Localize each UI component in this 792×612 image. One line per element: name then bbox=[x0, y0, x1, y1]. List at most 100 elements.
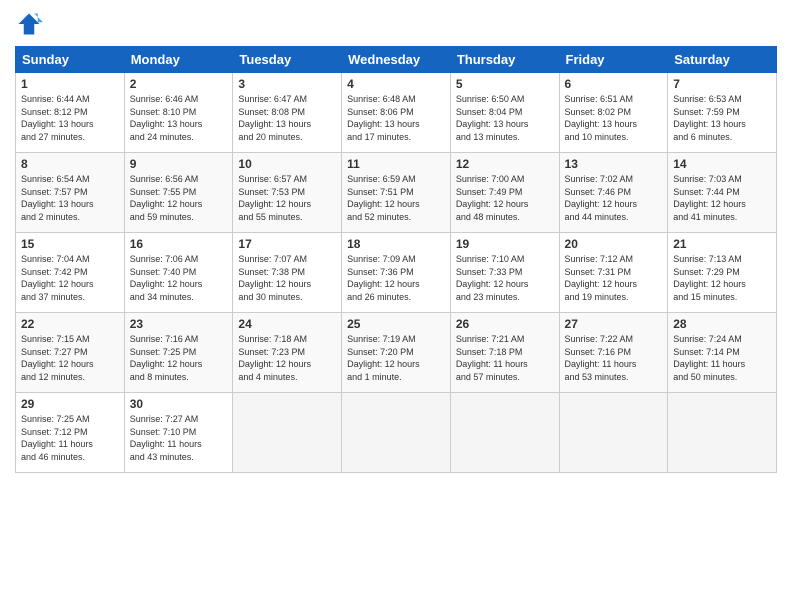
logo bbox=[15, 10, 45, 38]
header-friday: Friday bbox=[559, 47, 668, 73]
calendar-cell: 7 Sunrise: 6:53 AM Sunset: 7:59 PM Daylig… bbox=[668, 73, 777, 153]
day-number: 4 bbox=[347, 77, 445, 91]
day-info: Sunrise: 7:25 AM Sunset: 7:12 PM Dayligh… bbox=[21, 413, 119, 463]
weekday-header-row: Sunday Monday Tuesday Wednesday Thursday… bbox=[16, 47, 777, 73]
calendar-cell: 11 Sunrise: 6:59 AM Sunset: 7:51 PM Dayli… bbox=[342, 153, 451, 233]
day-number: 13 bbox=[565, 157, 663, 171]
header-sunday: Sunday bbox=[16, 47, 125, 73]
day-number: 29 bbox=[21, 397, 119, 411]
calendar-cell: 6 Sunrise: 6:51 AM Sunset: 8:02 PM Daylig… bbox=[559, 73, 668, 153]
day-info: Sunrise: 7:21 AM Sunset: 7:18 PM Dayligh… bbox=[456, 333, 554, 383]
calendar-cell: 21 Sunrise: 7:13 AM Sunset: 7:29 PM Dayli… bbox=[668, 233, 777, 313]
calendar-cell: 19 Sunrise: 7:10 AM Sunset: 7:33 PM Dayli… bbox=[450, 233, 559, 313]
day-number: 3 bbox=[238, 77, 336, 91]
calendar-week-row: 1 Sunrise: 6:44 AM Sunset: 8:12 PM Daylig… bbox=[16, 73, 777, 153]
calendar-cell: 17 Sunrise: 7:07 AM Sunset: 7:38 PM Dayli… bbox=[233, 233, 342, 313]
calendar-cell: 4Sunrise: 6:48 AM Sunset: 8:06 PM Daylig… bbox=[342, 73, 451, 153]
header-monday: Monday bbox=[124, 47, 233, 73]
calendar-cell: 23 Sunrise: 7:16 AM Sunset: 7:25 PM Dayli… bbox=[124, 313, 233, 393]
calendar-cell: 28Sunrise: 7:24 AM Sunset: 7:14 PM Dayli… bbox=[668, 313, 777, 393]
day-number: 12 bbox=[456, 157, 554, 171]
calendar-cell: 2Sunrise: 6:46 AM Sunset: 8:10 PM Daylig… bbox=[124, 73, 233, 153]
day-number: 7 bbox=[673, 77, 771, 91]
day-info: Sunrise: 7:00 AM Sunset: 7:49 PM Dayligh… bbox=[456, 173, 554, 223]
calendar-cell: 18 Sunrise: 7:09 AM Sunset: 7:36 PM Dayli… bbox=[342, 233, 451, 313]
day-number: 10 bbox=[238, 157, 336, 171]
calendar-cell: 5 Sunrise: 6:50 AM Sunset: 8:04 PM Daylig… bbox=[450, 73, 559, 153]
calendar-cell: 27Sunrise: 7:22 AM Sunset: 7:16 PM Dayli… bbox=[559, 313, 668, 393]
day-info: Sunrise: 6:54 AM Sunset: 7:57 PM Dayligh… bbox=[21, 173, 119, 223]
day-info: Sunrise: 7:16 AM Sunset: 7:25 PM Dayligh… bbox=[130, 333, 228, 383]
day-number: 30 bbox=[130, 397, 228, 411]
calendar-cell bbox=[233, 393, 342, 473]
calendar-week-row: 22 Sunrise: 7:15 AM Sunset: 7:27 PM Dayli… bbox=[16, 313, 777, 393]
day-number: 6 bbox=[565, 77, 663, 91]
day-info: Sunrise: 6:56 AM Sunset: 7:55 PM Dayligh… bbox=[130, 173, 228, 223]
day-info: Sunrise: 7:19 AM Sunset: 7:20 PM Dayligh… bbox=[347, 333, 445, 383]
day-number: 8 bbox=[21, 157, 119, 171]
day-number: 19 bbox=[456, 237, 554, 251]
day-info: Sunrise: 7:27 AM Sunset: 7:10 PM Dayligh… bbox=[130, 413, 228, 463]
day-number: 22 bbox=[21, 317, 119, 331]
day-number: 17 bbox=[238, 237, 336, 251]
day-info: Sunrise: 7:13 AM Sunset: 7:29 PM Dayligh… bbox=[673, 253, 771, 303]
calendar-cell: 3 Sunrise: 6:47 AM Sunset: 8:08 PM Daylig… bbox=[233, 73, 342, 153]
calendar-page: Sunday Monday Tuesday Wednesday Thursday… bbox=[0, 0, 792, 612]
calendar-cell: 8 Sunrise: 6:54 AM Sunset: 7:57 PM Daylig… bbox=[16, 153, 125, 233]
calendar-cell: 25 Sunrise: 7:19 AM Sunset: 7:20 PM Dayli… bbox=[342, 313, 451, 393]
calendar-body: 1 Sunrise: 6:44 AM Sunset: 8:12 PM Daylig… bbox=[16, 73, 777, 473]
calendar-cell bbox=[559, 393, 668, 473]
day-info: Sunrise: 6:46 AM Sunset: 8:10 PM Dayligh… bbox=[130, 93, 228, 143]
day-info: Sunrise: 6:51 AM Sunset: 8:02 PM Dayligh… bbox=[565, 93, 663, 143]
calendar-cell: 30 Sunrise: 7:27 AM Sunset: 7:10 PM Dayli… bbox=[124, 393, 233, 473]
day-number: 27 bbox=[565, 317, 663, 331]
calendar-cell: 16 Sunrise: 7:06 AM Sunset: 7:40 PM Dayli… bbox=[124, 233, 233, 313]
header-thursday: Thursday bbox=[450, 47, 559, 73]
day-number: 26 bbox=[456, 317, 554, 331]
header-saturday: Saturday bbox=[668, 47, 777, 73]
calendar-cell: 14Sunrise: 7:03 AM Sunset: 7:44 PM Dayli… bbox=[668, 153, 777, 233]
logo-icon bbox=[15, 10, 43, 38]
day-number: 9 bbox=[130, 157, 228, 171]
header-wednesday: Wednesday bbox=[342, 47, 451, 73]
day-number: 15 bbox=[21, 237, 119, 251]
day-info: Sunrise: 6:53 AM Sunset: 7:59 PM Dayligh… bbox=[673, 93, 771, 143]
day-number: 5 bbox=[456, 77, 554, 91]
calendar-cell: 10Sunrise: 6:57 AM Sunset: 7:53 PM Dayli… bbox=[233, 153, 342, 233]
day-info: Sunrise: 7:07 AM Sunset: 7:38 PM Dayligh… bbox=[238, 253, 336, 303]
day-info: Sunrise: 7:09 AM Sunset: 7:36 PM Dayligh… bbox=[347, 253, 445, 303]
day-info: Sunrise: 7:10 AM Sunset: 7:33 PM Dayligh… bbox=[456, 253, 554, 303]
calendar-cell: 15 Sunrise: 7:04 AM Sunset: 7:42 PM Dayli… bbox=[16, 233, 125, 313]
day-info: Sunrise: 7:04 AM Sunset: 7:42 PM Dayligh… bbox=[21, 253, 119, 303]
calendar-cell: 13Sunrise: 7:02 AM Sunset: 7:46 PM Dayli… bbox=[559, 153, 668, 233]
calendar-cell: 9 Sunrise: 6:56 AM Sunset: 7:55 PM Daylig… bbox=[124, 153, 233, 233]
calendar-cell bbox=[450, 393, 559, 473]
day-info: Sunrise: 6:50 AM Sunset: 8:04 PM Dayligh… bbox=[456, 93, 554, 143]
day-info: Sunrise: 7:24 AM Sunset: 7:14 PM Dayligh… bbox=[673, 333, 771, 383]
day-info: Sunrise: 6:59 AM Sunset: 7:51 PM Dayligh… bbox=[347, 173, 445, 223]
calendar-cell bbox=[668, 393, 777, 473]
calendar-cell: 20Sunrise: 7:12 AM Sunset: 7:31 PM Dayli… bbox=[559, 233, 668, 313]
day-info: Sunrise: 7:03 AM Sunset: 7:44 PM Dayligh… bbox=[673, 173, 771, 223]
day-number: 21 bbox=[673, 237, 771, 251]
day-number: 23 bbox=[130, 317, 228, 331]
day-info: Sunrise: 6:44 AM Sunset: 8:12 PM Dayligh… bbox=[21, 93, 119, 143]
calendar-week-row: 15 Sunrise: 7:04 AM Sunset: 7:42 PM Dayli… bbox=[16, 233, 777, 313]
calendar-cell: 24Sunrise: 7:18 AM Sunset: 7:23 PM Dayli… bbox=[233, 313, 342, 393]
day-number: 1 bbox=[21, 77, 119, 91]
day-info: Sunrise: 6:47 AM Sunset: 8:08 PM Dayligh… bbox=[238, 93, 336, 143]
day-info: Sunrise: 7:18 AM Sunset: 7:23 PM Dayligh… bbox=[238, 333, 336, 383]
calendar-cell: 26 Sunrise: 7:21 AM Sunset: 7:18 PM Dayli… bbox=[450, 313, 559, 393]
day-number: 16 bbox=[130, 237, 228, 251]
day-info: Sunrise: 7:12 AM Sunset: 7:31 PM Dayligh… bbox=[565, 253, 663, 303]
calendar-table: Sunday Monday Tuesday Wednesday Thursday… bbox=[15, 46, 777, 473]
day-info: Sunrise: 7:15 AM Sunset: 7:27 PM Dayligh… bbox=[21, 333, 119, 383]
day-number: 25 bbox=[347, 317, 445, 331]
day-number: 18 bbox=[347, 237, 445, 251]
day-info: Sunrise: 7:06 AM Sunset: 7:40 PM Dayligh… bbox=[130, 253, 228, 303]
header bbox=[15, 10, 777, 38]
calendar-cell bbox=[342, 393, 451, 473]
day-number: 11 bbox=[347, 157, 445, 171]
calendar-week-row: 8 Sunrise: 6:54 AM Sunset: 7:57 PM Daylig… bbox=[16, 153, 777, 233]
calendar-cell: 12 Sunrise: 7:00 AM Sunset: 7:49 PM Dayli… bbox=[450, 153, 559, 233]
